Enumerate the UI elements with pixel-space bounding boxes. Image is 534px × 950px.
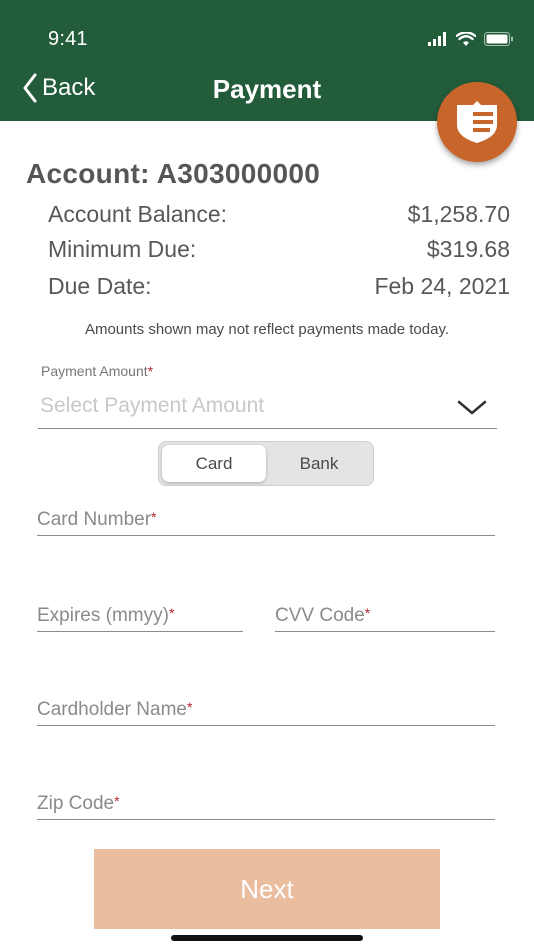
- battery-icon: [484, 32, 513, 46]
- cvv-field[interactable]: CVV Code*: [275, 601, 495, 632]
- due-date-label: Due Date:: [48, 272, 152, 299]
- due-date-value: Feb 24, 2021: [374, 272, 510, 299]
- expires-placeholder: Expires (mmyy): [37, 605, 169, 626]
- cardholder-name-placeholder: Cardholder Name: [37, 699, 187, 720]
- cardholder-name-field[interactable]: Cardholder Name*: [37, 695, 495, 726]
- zip-code-placeholder: Zip Code: [37, 793, 115, 814]
- account-title: Account: A303000000: [26, 158, 321, 189]
- payment-amount-placeholder: Select Payment Amount: [40, 394, 265, 417]
- card-number-placeholder: Card Number: [37, 509, 152, 530]
- tab-card[interactable]: Card: [162, 445, 266, 482]
- account-balance-value: $1,258.70: [407, 200, 510, 227]
- payment-method-toggle: Card Bank: [158, 441, 374, 486]
- required-mark: *: [147, 363, 154, 379]
- expires-field[interactable]: Expires (mmyy)*: [37, 601, 243, 632]
- cellular-signal-icon: [428, 32, 446, 46]
- zip-code-field[interactable]: Zip Code*: [37, 789, 495, 820]
- cvv-placeholder: CVV Code: [275, 605, 365, 626]
- minimum-due-row: Minimum Due: $319.68: [48, 232, 510, 266]
- account-balance-label: Account Balance:: [48, 200, 228, 227]
- wifi-icon: [456, 31, 476, 46]
- due-date-row: Due Date: Feb 24, 2021: [48, 269, 510, 303]
- card-number-field[interactable]: Card Number*: [37, 505, 495, 536]
- next-button[interactable]: Next: [94, 849, 440, 929]
- payment-amount-select[interactable]: Select Payment Amount: [38, 388, 497, 429]
- chevron-down-icon: [457, 400, 487, 415]
- payment-amount-label: Payment Amount*: [41, 363, 154, 379]
- shield-icon: [457, 101, 497, 143]
- tab-bank[interactable]: Bank: [267, 445, 371, 482]
- payments-disclaimer: Amounts shown may not reflect payments m…: [84, 321, 450, 338]
- minimum-due-value: $319.68: [426, 235, 510, 262]
- home-indicator: [171, 935, 363, 941]
- shield-logo-badge: [437, 82, 517, 162]
- status-icons: [428, 30, 514, 48]
- status-time: 9:41: [48, 28, 88, 50]
- minimum-due-label: Minimum Due:: [48, 235, 197, 262]
- account-balance-row: Account Balance: $1,258.70: [48, 197, 510, 231]
